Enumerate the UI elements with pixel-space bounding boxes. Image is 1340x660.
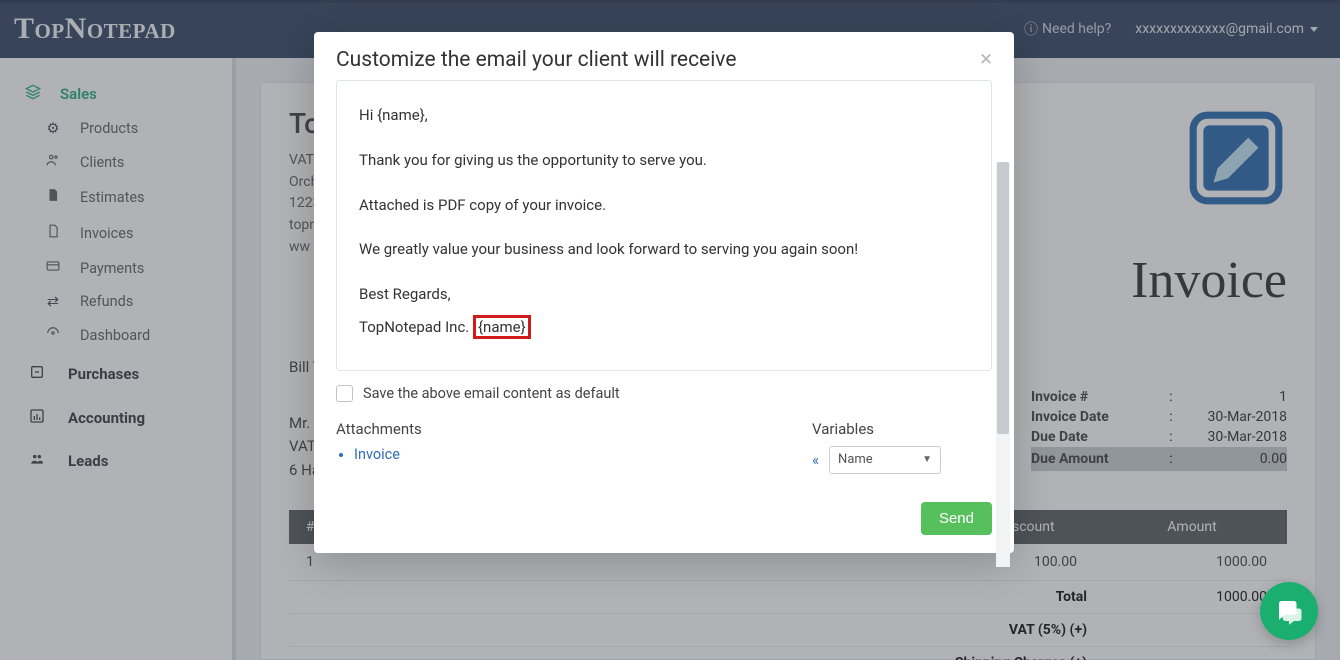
- email-greeting: Hi {name},: [359, 103, 969, 128]
- chat-icon: [1274, 596, 1304, 626]
- email-line: Thank you for giving us the opportunity …: [359, 148, 969, 173]
- email-line: Attached is PDF copy of your invoice.: [359, 193, 969, 218]
- email-regards: Best Regards,: [359, 282, 969, 307]
- attachment-link[interactable]: Invoice: [354, 446, 812, 463]
- email-signature: TopNotepad Inc. {name}: [359, 315, 969, 340]
- variable-select[interactable]: Name ▼: [829, 446, 941, 474]
- scrollbar[interactable]: [996, 162, 1010, 567]
- modal-title: Customize the email your client will rec…: [336, 48, 736, 72]
- variables-heading: Variables: [812, 420, 992, 438]
- email-line: We greatly value your business and look …: [359, 237, 969, 262]
- variable-selected: Name: [838, 452, 873, 467]
- close-icon[interactable]: ×: [980, 49, 992, 71]
- chat-fab[interactable]: [1260, 582, 1318, 640]
- chevron-down-icon: ▼: [922, 454, 932, 465]
- insert-variable-button[interactable]: «: [812, 451, 819, 469]
- scrollbar-thumb[interactable]: [997, 162, 1009, 434]
- email-customize-modal: Customize the email your client will rec…: [314, 32, 1014, 553]
- email-body-editor[interactable]: Hi {name}, Thank you for giving us the o…: [336, 80, 992, 371]
- modal-scroll-area[interactable]: Hi {name}, Thank you for giving us the o…: [336, 80, 992, 488]
- attachments-heading: Attachments: [336, 420, 812, 438]
- save-default-checkbox[interactable]: [336, 385, 353, 402]
- send-button[interactable]: Send: [921, 502, 992, 535]
- save-default-label: Save the above email content as default: [363, 385, 620, 402]
- variable-highlight: {name}: [473, 315, 531, 339]
